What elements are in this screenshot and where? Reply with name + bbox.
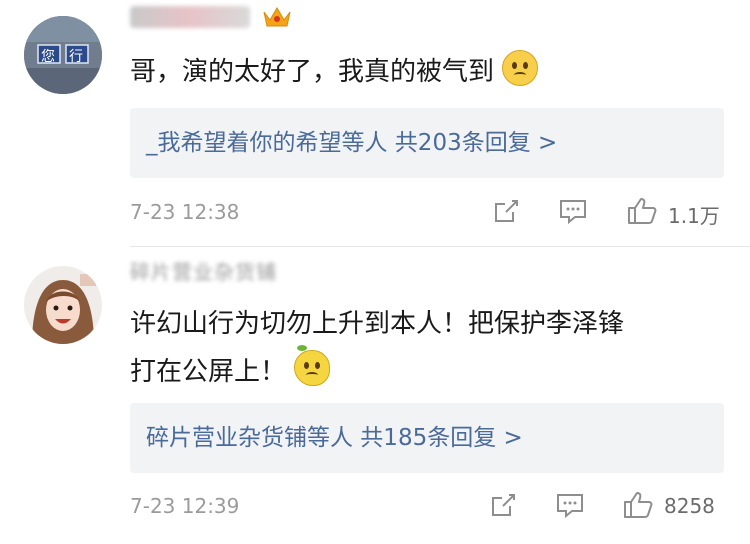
likes-count: 8258 — [664, 494, 715, 518]
like-icon[interactable] — [622, 490, 654, 520]
share-icon[interactable] — [489, 492, 517, 518]
comment-text-line1: 许幻山行为切勿上升到本人！把保护李泽锋 — [130, 309, 625, 339]
timestamp: 7-23 12:38 — [130, 200, 240, 224]
share-icon[interactable] — [492, 198, 520, 224]
replies-link[interactable]: _我希望着你的希望等人 共203条回复 > — [130, 108, 724, 178]
comment-icon[interactable] — [555, 492, 585, 518]
avatar-image — [24, 266, 102, 344]
comment-text: 许幻山行为切勿上升到本人！把保护李泽锋 打在公屏上！ — [130, 300, 730, 396]
likes-count: 1.1万 — [668, 204, 720, 228]
comment-text-line2: 打在公屏上！ — [130, 345, 730, 396]
avatar-sign-char-2: 行 — [69, 49, 83, 65]
username[interactable]: 碎片营业杂货铺 — [130, 256, 277, 285]
comment-text: 哥，演的太好了，我真的被气到 — [130, 48, 730, 96]
avatar-image — [24, 16, 102, 94]
timestamp: 7-23 12:39 — [130, 494, 240, 518]
comment-text-content: 哥，演的太好了，我真的被气到 — [130, 57, 495, 87]
username-blurred[interactable] — [130, 6, 250, 28]
divider — [130, 246, 750, 247]
pleading-face-icon — [502, 50, 539, 86]
comment-text-line2-content: 打在公屏上！ — [130, 357, 287, 387]
like-icon[interactable] — [626, 196, 658, 226]
avatar[interactable]: 您 行 — [24, 16, 102, 94]
crown-icon — [262, 4, 292, 30]
lemon-face-icon — [294, 345, 331, 386]
avatar[interactable] — [24, 266, 102, 344]
avatar-sign-char-1: 您 — [41, 49, 55, 65]
comment-icon[interactable] — [558, 198, 588, 224]
replies-link[interactable]: 碎片营业杂货铺等人 共185条回复 > — [130, 403, 724, 473]
